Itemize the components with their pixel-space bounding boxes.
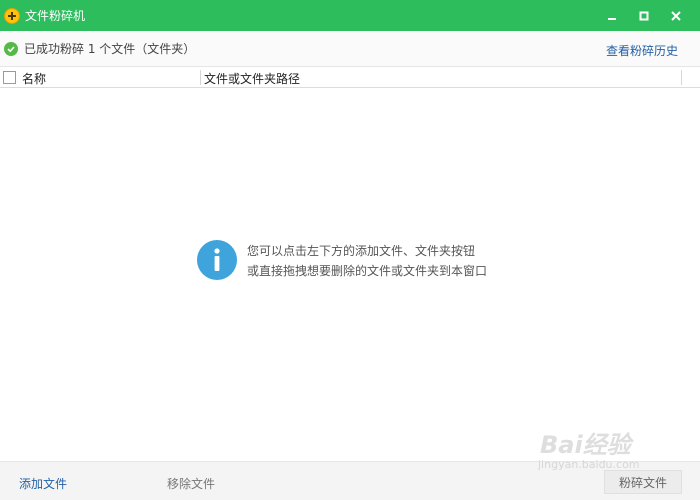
add-file-button[interactable]: 添加文件: [19, 475, 67, 492]
table-header: 名称 文件或文件夹路径: [0, 67, 700, 88]
maximize-button[interactable]: [628, 0, 660, 31]
column-divider[interactable]: [200, 70, 201, 85]
success-check-icon: [4, 41, 18, 56]
remove-file-button[interactable]: 移除文件: [167, 475, 215, 492]
empty-hint-line-1: 您可以点击左下方的添加文件、文件夹按钮: [247, 244, 476, 258]
empty-hint-line-2: 或直接拖拽想要删除的文件或文件夹到本窗口: [247, 264, 488, 278]
column-header-name[interactable]: 名称: [22, 70, 46, 87]
title-bar: 文件粉碎机: [0, 0, 700, 31]
select-all-checkbox[interactable]: [3, 70, 16, 84]
view-history-link[interactable]: 查看粉碎历史: [606, 42, 678, 59]
window-controls: [596, 0, 692, 31]
column-divider[interactable]: [681, 70, 682, 85]
close-button[interactable]: [660, 0, 692, 31]
status-bar: 已成功粉碎 1 个文件（文件夹） 查看粉碎历史: [0, 31, 700, 67]
shred-file-button[interactable]: 粉碎文件: [604, 470, 682, 494]
maximize-icon: [639, 11, 649, 20]
close-icon: [671, 10, 681, 21]
column-header-path[interactable]: 文件或文件夹路径: [204, 70, 300, 87]
status-message: 已成功粉碎 1 个文件（文件夹）: [24, 42, 196, 56]
minimize-button[interactable]: [596, 0, 628, 31]
minimize-icon: [608, 17, 616, 20]
info-icon: [197, 240, 237, 280]
window-title: 文件粉碎机: [25, 9, 86, 23]
app-logo-icon: [4, 7, 20, 24]
bottom-toolbar: 添加文件 移除文件 粉碎文件: [0, 461, 700, 500]
